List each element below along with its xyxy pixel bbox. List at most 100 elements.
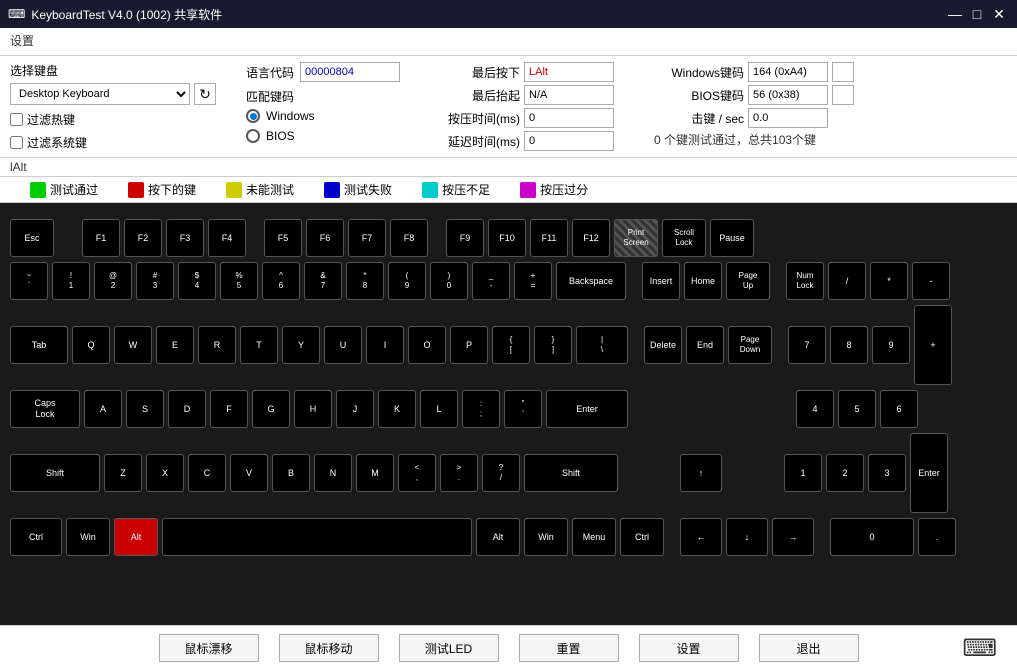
key-equals[interactable]: += xyxy=(514,262,552,300)
key-right-win[interactable]: Win xyxy=(524,518,568,556)
key-caps-lock[interactable]: CapsLock xyxy=(10,390,80,428)
key-v[interactable]: V xyxy=(230,454,268,492)
key-a[interactable]: A xyxy=(84,390,122,428)
key-f11[interactable]: F11 xyxy=(530,219,568,257)
key-left-ctrl[interactable]: Ctrl xyxy=(10,518,62,556)
key-d[interactable]: D xyxy=(168,390,206,428)
key-f10[interactable]: F10 xyxy=(488,219,526,257)
filter-system-checkbox[interactable] xyxy=(10,136,23,149)
filter-hotkey-checkbox[interactable] xyxy=(10,113,23,126)
key-numpad-7[interactable]: 7 xyxy=(788,326,826,364)
key-pause[interactable]: Pause xyxy=(710,219,754,257)
key-x[interactable]: X xyxy=(146,454,184,492)
key-quote[interactable]: "' xyxy=(504,390,542,428)
key-f2[interactable]: F2 xyxy=(124,219,162,257)
key-s[interactable]: S xyxy=(126,390,164,428)
close-button[interactable]: ✕ xyxy=(989,4,1009,24)
key-tab[interactable]: Tab xyxy=(10,326,68,364)
key-h[interactable]: H xyxy=(294,390,332,428)
key-o[interactable]: O xyxy=(408,326,446,364)
test-led-button[interactable]: 测试LED xyxy=(399,634,499,662)
key-numpad-8[interactable]: 8 xyxy=(830,326,868,364)
key-numpad-slash[interactable]: / xyxy=(828,262,866,300)
key-f6[interactable]: F6 xyxy=(306,219,344,257)
key-right-ctrl[interactable]: Ctrl xyxy=(620,518,664,556)
key-f4[interactable]: F4 xyxy=(208,219,246,257)
key-f[interactable]: F xyxy=(210,390,248,428)
key-numpad-minus[interactable]: - xyxy=(912,262,950,300)
key-numpad-plus[interactable]: + xyxy=(914,305,952,385)
key-m[interactable]: M xyxy=(356,454,394,492)
key-u[interactable]: U xyxy=(324,326,362,364)
key-left-bracket[interactable]: {[ xyxy=(492,326,530,364)
key-z[interactable]: Z xyxy=(104,454,142,492)
key-print-screen[interactable]: PrintScreen xyxy=(614,219,658,257)
mouse-move-button[interactable]: 鼠标移动 xyxy=(279,634,379,662)
key-left-shift[interactable]: Shift xyxy=(10,454,100,492)
key-page-up[interactable]: PageUp xyxy=(726,262,770,300)
key-backslash[interactable]: |\ xyxy=(576,326,628,364)
key-f5[interactable]: F5 xyxy=(264,219,302,257)
key-5[interactable]: %5 xyxy=(220,262,258,300)
key-n[interactable]: N xyxy=(314,454,352,492)
reset-button[interactable]: 重置 xyxy=(519,634,619,662)
key-numpad-2[interactable]: 2 xyxy=(826,454,864,492)
key-arrow-left[interactable]: ← xyxy=(680,518,722,556)
key-f1[interactable]: F1 xyxy=(82,219,120,257)
key-page-down[interactable]: PageDown xyxy=(728,326,772,364)
key-numpad-9[interactable]: 9 xyxy=(872,326,910,364)
minimize-button[interactable]: — xyxy=(945,4,965,24)
key-end[interactable]: End xyxy=(686,326,724,364)
key-home[interactable]: Home xyxy=(684,262,722,300)
key-1[interactable]: !1 xyxy=(52,262,90,300)
key-numpad-star[interactable]: * xyxy=(870,262,908,300)
key-3[interactable]: #3 xyxy=(136,262,174,300)
key-numpad-4[interactable]: 4 xyxy=(796,390,834,428)
key-minus[interactable]: _- xyxy=(472,262,510,300)
key-e[interactable]: E xyxy=(156,326,194,364)
key-insert[interactable]: Insert xyxy=(642,262,680,300)
key-esc[interactable]: Esc xyxy=(10,219,54,257)
lang-code-input[interactable] xyxy=(300,62,400,82)
key-numpad-enter[interactable]: Enter xyxy=(910,433,948,513)
key-arrow-up[interactable]: ↑ xyxy=(680,454,722,492)
key-b[interactable]: B xyxy=(272,454,310,492)
key-g[interactable]: G xyxy=(252,390,290,428)
key-numpad-dot[interactable]: . xyxy=(918,518,956,556)
key-space[interactable] xyxy=(162,518,472,556)
key-right-alt[interactable]: Alt xyxy=(476,518,520,556)
key-comma[interactable]: <, xyxy=(398,454,436,492)
key-0[interactable]: )0 xyxy=(430,262,468,300)
key-k[interactable]: K xyxy=(378,390,416,428)
key-i[interactable]: I xyxy=(366,326,404,364)
key-f7[interactable]: F7 xyxy=(348,219,386,257)
key-l[interactable]: L xyxy=(420,390,458,428)
settings-button[interactable]: 设置 xyxy=(639,634,739,662)
key-p[interactable]: P xyxy=(450,326,488,364)
key-backspace[interactable]: Backspace xyxy=(556,262,626,300)
key-y[interactable]: Y xyxy=(282,326,320,364)
key-enter[interactable]: Enter xyxy=(546,390,628,428)
key-t[interactable]: T xyxy=(240,326,278,364)
key-right-bracket[interactable]: }] xyxy=(534,326,572,364)
key-9[interactable]: (9 xyxy=(388,262,426,300)
key-j[interactable]: J xyxy=(336,390,374,428)
key-8[interactable]: *8 xyxy=(346,262,384,300)
exit-button[interactable]: 退出 xyxy=(759,634,859,662)
bios-radio[interactable] xyxy=(246,129,260,143)
key-right-shift[interactable]: Shift xyxy=(524,454,618,492)
key-delete[interactable]: Delete xyxy=(644,326,682,364)
refresh-button[interactable]: ↻ xyxy=(194,83,216,105)
key-f3[interactable]: F3 xyxy=(166,219,204,257)
key-q[interactable]: Q xyxy=(72,326,110,364)
key-f9[interactable]: F9 xyxy=(446,219,484,257)
key-f12[interactable]: F12 xyxy=(572,219,610,257)
key-period[interactable]: >. xyxy=(440,454,478,492)
key-2[interactable]: @2 xyxy=(94,262,132,300)
key-4[interactable]: $4 xyxy=(178,262,216,300)
key-c[interactable]: C xyxy=(188,454,226,492)
key-left-win[interactable]: Win xyxy=(66,518,110,556)
key-7[interactable]: &7 xyxy=(304,262,342,300)
key-slash[interactable]: ?/ xyxy=(482,454,520,492)
mouse-drift-button[interactable]: 鼠标漂移 xyxy=(159,634,259,662)
